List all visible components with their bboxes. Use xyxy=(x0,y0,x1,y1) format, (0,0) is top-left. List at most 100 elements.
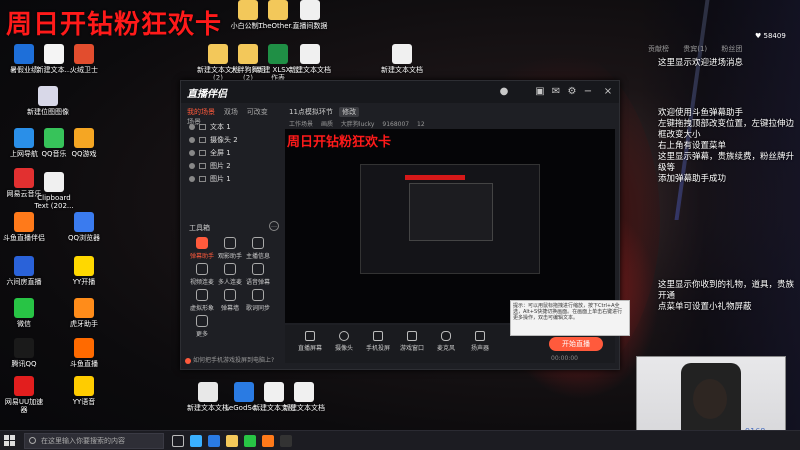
photos-icon xyxy=(38,86,58,106)
desktop-icon-douyu2[interactable]: 斗鱼直播 xyxy=(62,338,106,368)
nested-preview-window xyxy=(360,164,540,274)
preview-title: 周日开钻粉狂欢卡 xyxy=(287,135,392,150)
tool-button[interactable]: 多人连麦 xyxy=(215,263,245,286)
desktop-icon-top8[interactable]: 新建文本文档 xyxy=(380,44,424,74)
desktop-icon-yyassist[interactable]: 网易UU加速器 xyxy=(2,376,46,414)
layer-item[interactable]: 全屏 1 xyxy=(185,147,281,160)
stat-quality[interactable]: 画质 xyxy=(321,121,333,128)
toolbox-more-icon[interactable]: … xyxy=(269,221,279,231)
layer-item[interactable]: 图片 1 xyxy=(185,173,281,186)
chat-message: 这里显示你收到的礼物，道具，贵族开通 点菜单可设置小礼物屏蔽 xyxy=(658,280,795,312)
tool-button[interactable]: 歌词同步 xyxy=(243,289,273,312)
start-live-button[interactable]: 开始直播 xyxy=(549,337,603,351)
layer-label: 文本 1 xyxy=(210,123,231,131)
desktop-icon-yyvoice[interactable]: YY语音 xyxy=(62,376,106,406)
nested-preview-inner xyxy=(409,183,493,241)
user-avatar-icon[interactable]: ● xyxy=(497,85,511,99)
banner-title: 周日开钻粉狂欢卡 xyxy=(6,10,223,40)
edge-browser-icon[interactable] xyxy=(190,435,202,447)
lock-icon[interactable] xyxy=(199,176,206,182)
tool-button[interactable]: 弹幕助手 xyxy=(187,237,217,260)
app-titlebar[interactable]: 直播伴侣 ● ▣ ✉ ⚙ − × xyxy=(181,81,619,103)
desktop-icon-top3[interactable]: 直播间数据 xyxy=(288,0,332,30)
tab-contribution[interactable]: 贡献榜 xyxy=(648,45,669,53)
ie-taskbar-icon[interactable] xyxy=(208,435,220,447)
tool-button[interactable]: 观影助手 xyxy=(215,237,245,260)
tool-button[interactable]: 语音弹幕 xyxy=(243,263,273,286)
minimize-icon[interactable]: − xyxy=(581,85,595,99)
clipboard-icon xyxy=(44,172,64,192)
desktop-icon-label: 斗鱼直播 xyxy=(70,360,98,368)
desktop-icon-top7[interactable]: 新建文本文档 xyxy=(288,44,332,74)
eye-icon[interactable] xyxy=(189,176,195,182)
scene-edit-button[interactable]: 修改 xyxy=(339,107,360,117)
layer-item[interactable]: 图片 2 xyxy=(185,160,281,173)
game-icon xyxy=(407,331,417,341)
desktop-icon-file4[interactable]: 新建文本文档 xyxy=(282,382,326,412)
desktop-icon-clean[interactable]: 火绒卫士 xyxy=(62,44,106,74)
tool-button[interactable]: 主播信息 xyxy=(243,237,273,260)
desktop-icon-label: 虎牙助手 xyxy=(70,320,98,328)
desktop-icon-yy[interactable]: YY开播 xyxy=(62,256,106,286)
tab-double[interactable]: 双场 xyxy=(224,107,238,117)
layer-item[interactable]: 文本 1 xyxy=(185,121,281,134)
qqgame-icon xyxy=(74,128,94,148)
tab-variable[interactable]: 可改变 xyxy=(247,107,268,117)
microphone-icon xyxy=(441,331,451,341)
tool-button[interactable]: 视频连麦 xyxy=(187,263,217,286)
speaker-icon xyxy=(475,331,485,341)
desktop-icon-douyu[interactable]: 斗鱼直播伴侣 xyxy=(2,212,46,242)
lock-icon[interactable] xyxy=(199,150,206,156)
camera-button[interactable]: 摄像头 xyxy=(327,331,361,352)
desktop-icon-photos[interactable]: 新建位图图像 xyxy=(26,86,70,116)
desktop-icon-huya[interactable]: 虎牙助手 xyxy=(62,298,106,328)
desktop-icon-wechat[interactable]: 微信 xyxy=(2,298,46,328)
tab-vip[interactable]: 贵宾(1) xyxy=(683,45,707,53)
eye-icon[interactable] xyxy=(189,124,195,130)
eye-icon[interactable] xyxy=(189,137,195,143)
screen-icon xyxy=(305,331,315,341)
tool-button[interactable]: 弹幕墙 xyxy=(215,289,245,312)
btn-label: 直播屏幕 xyxy=(297,345,322,352)
taskbar-search-input[interactable]: 在这里输入你要搜索的内容 xyxy=(24,433,164,449)
tab-my-scene[interactable]: 我的场景 xyxy=(187,107,215,117)
game-window-button[interactable]: 游戏窗口 xyxy=(395,331,429,352)
footer-hint[interactable]: 如何把手机游戏投屏到电脑上? xyxy=(185,355,285,364)
lock-icon[interactable] xyxy=(199,163,206,169)
desktop-icon-sixroom[interactable]: 六间房直播 xyxy=(2,256,46,286)
screen-capture-button[interactable]: 直播屏幕 xyxy=(293,331,327,352)
mail-icon[interactable]: ✉ xyxy=(549,85,563,99)
stream-preview[interactable]: 周日开钻粉狂欢卡 xyxy=(285,129,615,323)
file-explorer-icon[interactable] xyxy=(226,435,238,447)
desktop-icon-label: 斗鱼直播伴侣 xyxy=(3,234,45,242)
desktop-icon-qqgame[interactable]: QQ游戏 xyxy=(62,128,106,158)
lock-icon[interactable] xyxy=(199,124,206,130)
desktop-icon-label: 腾讯QQ xyxy=(11,360,37,368)
task-view-icon[interactable] xyxy=(172,435,184,447)
desktop-icon-qqbrowser[interactable]: QQ浏览器 xyxy=(62,212,106,242)
desktop-icon-label: QQ游戏 xyxy=(71,150,97,158)
close-icon[interactable]: × xyxy=(601,85,615,99)
gift-icon[interactable]: ▣ xyxy=(533,85,547,99)
douyu-icon xyxy=(14,212,34,232)
layer-label: 图片 1 xyxy=(210,175,231,183)
desktop-icon-clipboard[interactable]: Clipboard Text (202... xyxy=(32,172,76,210)
windows-start-icon[interactable] xyxy=(4,435,16,447)
tool-button[interactable]: 更多 xyxy=(187,315,217,338)
douyu-taskbar-icon[interactable] xyxy=(262,435,274,447)
tab-fans[interactable]: 粉丝团 xyxy=(721,45,742,53)
settings-icon[interactable]: ⚙ xyxy=(565,85,579,99)
layer-item[interactable]: 摄像头 2 xyxy=(185,134,281,147)
desktop-icon-label: Clipboard Text (202... xyxy=(34,194,74,210)
wechat-taskbar-icon[interactable] xyxy=(244,435,256,447)
tool-button[interactable]: 虚拟形象 xyxy=(187,289,217,312)
desktop-icon-tencentqq[interactable]: 腾讯QQ xyxy=(2,338,46,368)
tool-icon xyxy=(196,237,208,249)
eye-icon[interactable] xyxy=(189,150,195,156)
phone-cast-button[interactable]: 手机投屏 xyxy=(361,331,395,352)
microphone-button[interactable]: 麦克风 xyxy=(429,331,463,352)
obs-taskbar-icon[interactable] xyxy=(280,435,292,447)
eye-icon[interactable] xyxy=(189,163,195,169)
speaker-button[interactable]: 扬声器 xyxy=(463,331,497,352)
lock-icon[interactable] xyxy=(199,137,206,143)
